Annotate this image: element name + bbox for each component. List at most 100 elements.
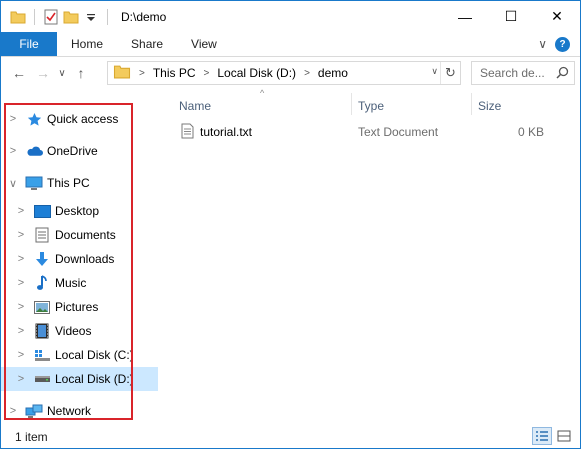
file-list: ^ Name Type Size tutorial.txt Text Docum… — [173, 88, 578, 425]
sidebar-item-quick-access[interactable]: > Quick access — [1, 107, 158, 131]
chevron-right-icon[interactable]: > — [7, 113, 19, 125]
chevron-right-icon[interactable]: > — [15, 301, 27, 313]
column-divider[interactable] — [351, 93, 352, 115]
title-bar: D:\demo — ☐ ✕ — [1, 1, 580, 32]
quick-access-toolbar — [1, 8, 113, 26]
sidebar-item-label: Network — [47, 404, 92, 418]
star-icon — [25, 111, 43, 127]
sidebar-item-downloads[interactable]: > Downloads — [1, 247, 158, 271]
network-icon — [25, 403, 43, 419]
customize-toolbar-icon[interactable] — [82, 8, 100, 26]
address-bar[interactable]: > This PC > Local Disk (D:) > demo ∨ ↻ — [107, 61, 461, 85]
toolbar-divider — [34, 8, 35, 25]
sidebar-item-label: Pictures — [55, 300, 99, 314]
chevron-right-icon[interactable]: > — [15, 205, 27, 217]
tab-view[interactable]: View — [177, 32, 231, 56]
column-header-type[interactable]: Type — [358, 96, 384, 116]
folder-icon — [9, 8, 27, 26]
sidebar-item-documents[interactable]: > Documents — [1, 223, 158, 247]
forward-button[interactable]: → — [31, 61, 55, 85]
view-switcher — [532, 427, 574, 445]
refresh-button[interactable]: ↻ — [440, 62, 460, 84]
properties-icon[interactable] — [42, 8, 60, 26]
sidebar-item-label: This PC — [47, 176, 90, 190]
sidebar-item-label: Music — [55, 276, 87, 290]
window-title: D:\demo — [121, 9, 167, 24]
column-headers: Name Type Size — [173, 91, 578, 115]
recent-locations-button[interactable]: ∨ — [55, 61, 69, 85]
toolbar-divider — [107, 8, 108, 25]
sidebar-item-music[interactable]: > Music — [1, 271, 158, 295]
tab-share[interactable]: Share — [117, 32, 177, 56]
minimize-button[interactable]: — — [442, 1, 488, 32]
folder-icon — [113, 64, 131, 82]
chevron-right-icon[interactable]: > — [15, 325, 27, 337]
details-view-icon[interactable] — [532, 427, 552, 445]
column-divider[interactable] — [471, 93, 472, 115]
sidebar-item-label: Documents — [55, 228, 116, 242]
chevron-right-icon[interactable]: > — [204, 68, 210, 79]
cloud-icon — [25, 143, 43, 159]
computer-icon — [25, 175, 43, 191]
breadcrumb-this-pc[interactable]: This PC — [153, 66, 196, 80]
sidebar-item-label: Local Disk (C:) — [55, 348, 134, 362]
sidebar-item-onedrive[interactable]: > OneDrive — [1, 139, 158, 163]
file-size: 0 KB — [517, 125, 544, 139]
search-placeholder: Search de... — [480, 66, 545, 80]
sidebar-item-network[interactable]: > Network — [1, 399, 158, 423]
chevron-right-icon[interactable]: > — [139, 68, 145, 79]
search-icon — [556, 66, 569, 82]
search-input[interactable]: Search de... — [471, 61, 575, 85]
sidebar-item-label: Local Disk (D:) — [55, 372, 134, 386]
sidebar-item-this-pc[interactable]: ∨ This PC — [1, 171, 158, 195]
chevron-right-icon[interactable]: > — [15, 253, 27, 265]
breadcrumb-demo[interactable]: demo — [318, 66, 348, 80]
close-button[interactable]: ✕ — [534, 1, 580, 32]
chevron-right-icon[interactable]: > — [15, 229, 27, 241]
chevron-right-icon[interactable]: > — [15, 373, 27, 385]
documents-icon — [33, 227, 51, 243]
address-row: ← → ∨ ↑ > This PC > Local Disk (D:) > de… — [1, 58, 580, 88]
sidebar-item-local-disk-c[interactable]: > Local Disk (C:) — [1, 343, 158, 367]
sidebar-item-label: Videos — [55, 324, 92, 338]
sidebar-item-local-disk-d[interactable]: > Local Disk (D:) — [1, 367, 158, 391]
sidebar-item-desktop[interactable]: > Desktop — [1, 199, 158, 223]
ribbon-tabs: File Home Share View ∨ ? — [1, 32, 580, 57]
expand-ribbon-icon[interactable]: ∨ — [538, 37, 547, 51]
address-history-dropdown[interactable]: ∨ — [431, 66, 438, 77]
download-icon — [33, 251, 51, 267]
back-button[interactable]: ← — [7, 61, 31, 85]
chevron-down-icon[interactable]: ∨ — [7, 177, 19, 190]
ribbon-right: ∨ ? — [538, 32, 580, 56]
tab-home[interactable]: Home — [57, 32, 117, 56]
windows-drive-icon — [33, 347, 51, 363]
sidebar-item-label: Quick access — [47, 112, 119, 126]
sidebar-item-label: Desktop — [55, 204, 100, 218]
sidebar-item-videos[interactable]: > Videos — [1, 319, 158, 343]
column-header-name[interactable]: Name — [179, 96, 211, 116]
chevron-right-icon[interactable]: > — [15, 349, 27, 361]
status-bar: 1 item — [1, 425, 580, 448]
item-count: 1 item — [15, 429, 48, 444]
chevron-right-icon[interactable]: > — [304, 68, 310, 79]
chevron-right-icon[interactable]: > — [7, 145, 19, 157]
explorer-window: D:\demo — ☐ ✕ File Home Share View ∨ ? ←… — [0, 0, 581, 449]
navigation-pane: > Quick access > OneDrive ∨ This PC > De… — [1, 94, 161, 424]
column-header-size[interactable]: Size — [478, 96, 501, 116]
tab-file[interactable]: File — [1, 32, 57, 56]
file-row[interactable]: tutorial.txt Text Document 0 KB — [173, 121, 578, 143]
drive-icon — [33, 371, 51, 387]
maximize-button[interactable]: ☐ — [488, 1, 534, 32]
file-name: tutorial.txt — [200, 125, 253, 139]
breadcrumb-local-disk-d[interactable]: Local Disk (D:) — [217, 66, 296, 80]
up-button[interactable]: ↑ — [69, 61, 93, 85]
chevron-right-icon[interactable]: > — [15, 277, 27, 289]
file-name-cell[interactable]: tutorial.txt — [181, 123, 252, 142]
breadcrumb: > This PC > Local Disk (D:) > demo — [131, 66, 348, 80]
new-folder-icon[interactable] — [62, 8, 80, 26]
file-type: Text Document — [358, 125, 439, 139]
sidebar-item-pictures[interactable]: > Pictures — [1, 295, 158, 319]
chevron-right-icon[interactable]: > — [7, 405, 19, 417]
large-icons-view-icon[interactable] — [554, 427, 574, 445]
help-icon[interactable]: ? — [555, 36, 570, 52]
